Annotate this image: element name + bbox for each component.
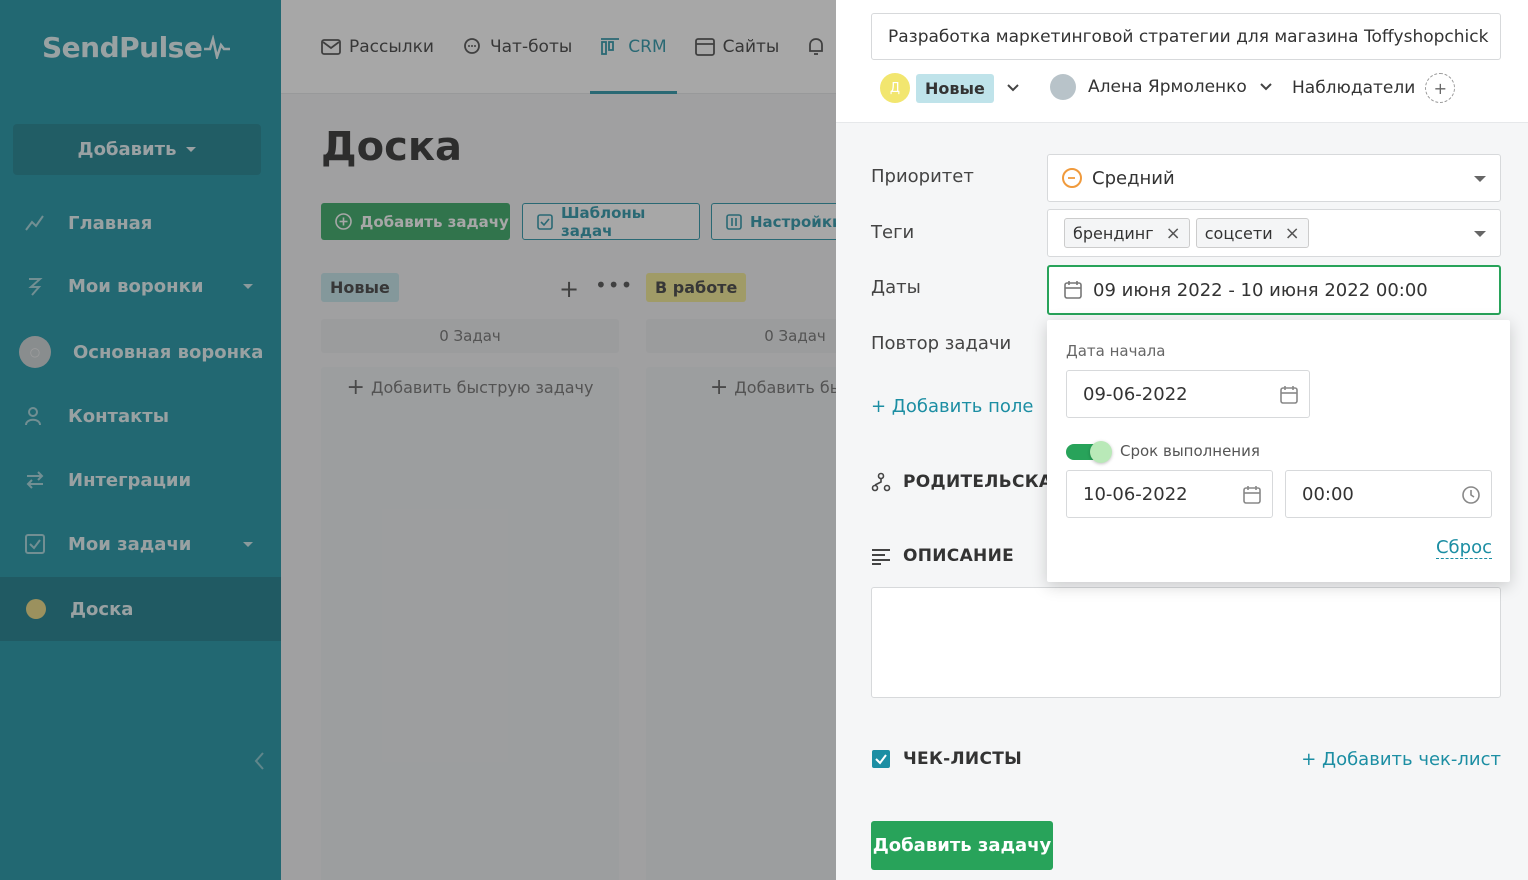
divider: [836, 122, 1528, 123]
caret-down-icon: [1474, 176, 1486, 182]
tag-label: соцсети: [1204, 223, 1273, 243]
toggle-knob: [1090, 441, 1112, 463]
user-avatar: [1050, 74, 1076, 100]
date-picker-popup: Дата начала 09-06-2022 Срок выполнения 1…: [1047, 320, 1510, 582]
clock-icon[interactable]: [1461, 485, 1481, 505]
end-date-value: 10-06-2022: [1083, 483, 1188, 505]
checklists-section: ЧЕК-ЛИСТЫ: [871, 749, 1022, 769]
tag-chip: брендинг ×: [1064, 218, 1190, 248]
remove-tag-icon[interactable]: ×: [1166, 223, 1181, 244]
task-title-input[interactable]: Разработка маркетинговой стратегии для м…: [871, 13, 1501, 60]
stage-avatar: Д: [880, 73, 910, 103]
stage-badge: Новые: [916, 73, 994, 103]
reset-link[interactable]: Сброс: [1435, 538, 1492, 559]
add-watcher-icon[interactable]: +: [1425, 73, 1456, 103]
priority-select[interactable]: Средний: [1047, 154, 1501, 202]
submit-task-button[interactable]: Добавить задачу: [871, 821, 1053, 870]
end-time-input[interactable]: 00:00: [1285, 470, 1492, 518]
dates-label: Даты: [871, 277, 921, 298]
tags-label: Теги: [871, 222, 915, 243]
caret-down-icon: [1474, 231, 1486, 237]
dates-value: 09 июня 2022 - 10 июня 2022 00:00: [1093, 279, 1428, 301]
deadline-toggle[interactable]: [1066, 441, 1112, 463]
start-date-input[interactable]: 09-06-2022: [1066, 370, 1310, 418]
checklists-title: ЧЕК-ЛИСТЫ: [903, 749, 1023, 769]
start-date-label: Дата начала: [1066, 342, 1166, 360]
chevron-down-icon: [1260, 83, 1272, 91]
remove-tag-icon[interactable]: ×: [1285, 223, 1300, 244]
chevron-down-icon: [1007, 84, 1019, 92]
repeat-label: Повтор задачи: [871, 333, 1012, 354]
stage-selector[interactable]: Д Новые: [880, 72, 1020, 104]
description-textarea[interactable]: [871, 587, 1501, 698]
checkbox-checked-icon: [871, 749, 891, 769]
watchers: Наблюдатели +: [1292, 72, 1456, 104]
priority-label: Приоритет: [871, 166, 974, 187]
priority-value: Средний: [1092, 167, 1175, 189]
start-date-value: 09-06-2022: [1083, 383, 1188, 405]
end-time-value: 00:00: [1302, 483, 1354, 505]
add-checklist-link[interactable]: + Добавить чек-лист: [1301, 749, 1501, 770]
description-title: ОПИСАНИЕ: [903, 546, 1015, 566]
tag-label: брендинг: [1073, 223, 1154, 243]
modal-overlay[interactable]: [0, 0, 836, 880]
assignee-name: Алена Ярмоленко: [1088, 77, 1247, 97]
tags-select[interactable]: брендинг × соцсети ×: [1047, 209, 1501, 257]
deadline-toggle-label: Срок выполнения: [1120, 442, 1260, 460]
add-field-link[interactable]: + Добавить поле: [871, 396, 1034, 417]
end-date-input[interactable]: 10-06-2022: [1066, 470, 1273, 518]
priority-medium-icon: [1062, 168, 1082, 188]
calendar-icon[interactable]: [1242, 485, 1262, 505]
text-align-icon: [871, 546, 891, 566]
description-section: ОПИСАНИЕ: [871, 546, 1014, 566]
tag-chip: соцсети ×: [1195, 218, 1309, 248]
assignee-selector[interactable]: Алена Ярмоленко: [1050, 72, 1273, 102]
calendar-icon[interactable]: [1279, 385, 1299, 405]
dates-field[interactable]: 09 июня 2022 - 10 июня 2022 00:00: [1047, 265, 1501, 315]
watchers-label: Наблюдатели: [1292, 78, 1416, 98]
calendar-icon: [1063, 280, 1083, 300]
hierarchy-icon: [871, 472, 891, 492]
